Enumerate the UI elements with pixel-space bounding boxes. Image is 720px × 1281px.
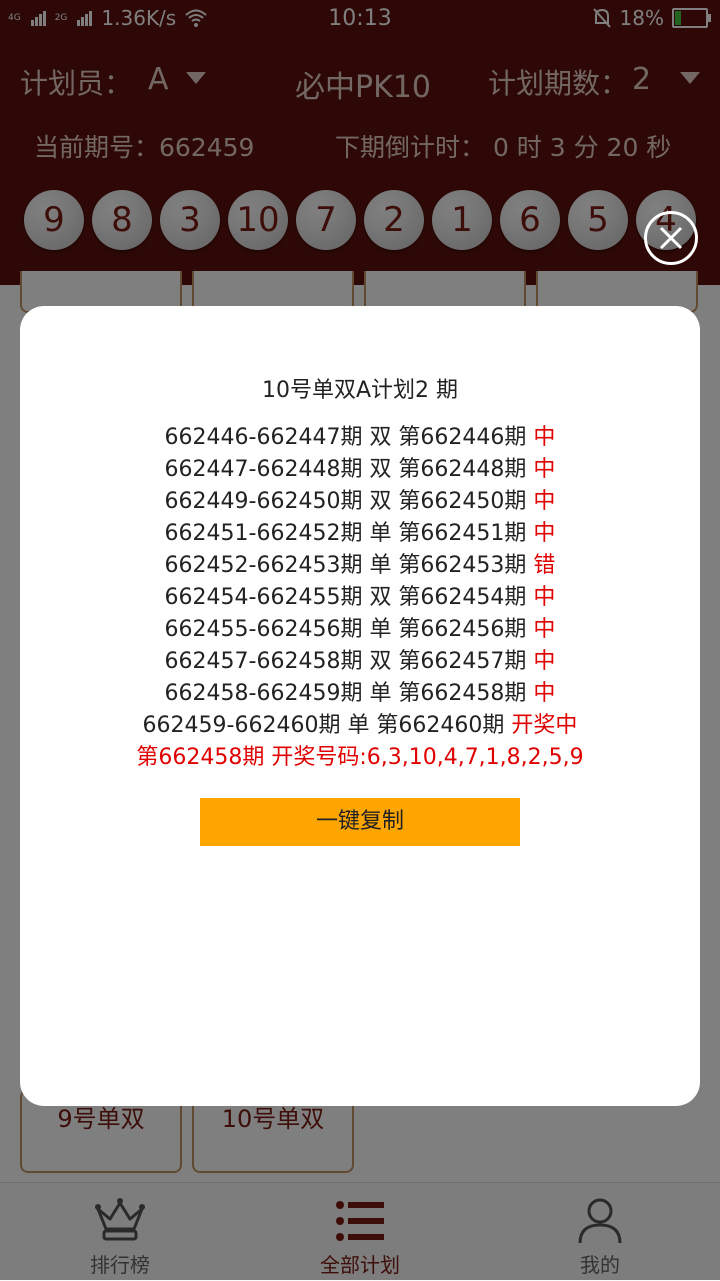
plan-result-row: 662459-662460期 单 第662460期 开奖中 [20,710,700,742]
result-status: 中 [533,521,556,546]
result-text: 662454-662455期 双 第662454期 [164,585,527,610]
result-text: 662449-662450期 双 第662450期 [164,489,527,514]
plan-result-row: 662455-662456期 单 第662456期 中 [20,614,700,646]
close-icon [659,226,683,250]
result-text: 662452-662453期 单 第662453期 [164,553,527,578]
plan-result-row: 662457-662458期 双 第662457期 中 [20,646,700,678]
result-status: 中 [533,457,556,482]
result-text: 662447-662448期 双 第662448期 [164,457,527,482]
result-text: 662457-662458期 双 第662457期 [164,649,527,674]
close-button[interactable] [644,211,698,265]
result-status: 中 [533,617,556,642]
result-text: 662446-662447期 双 第662446期 [164,425,527,450]
plan-result-row: 662449-662450期 双 第662450期 中 [20,486,700,518]
copy-all-button[interactable]: 一键复制 [200,798,520,846]
modal-title: 10号单双A计划2 期 [261,378,459,403]
plan-result-row: 662452-662453期 单 第662453期 错 [20,550,700,582]
result-status: 错 [533,553,556,578]
plan-result-row: 662446-662447期 双 第662446期 中 [20,422,700,454]
result-status: 中 [533,489,556,514]
result-status: 中 [533,425,556,450]
result-status: 中 [533,585,556,610]
result-text: 662451-662452期 单 第662451期 [164,521,527,546]
plan-result-row: 662458-662459期 单 第662458期 中 [20,678,700,710]
plan-history-modal: 10号单双A计划2 期 662446-662447期 双 第662446期 中 … [20,306,700,1106]
plan-result-row: 662447-662448期 双 第662448期 中 [20,454,700,486]
plan-result-list: 662446-662447期 双 第662446期 中 662447-66244… [20,422,700,774]
result-status: 开奖中 [511,713,578,738]
result-text: 662458-662459期 单 第662458期 [164,681,527,706]
result-status: 中 [533,681,556,706]
result-status: 中 [533,649,556,674]
result-text: 662459-662460期 单 第662460期 [142,713,505,738]
draw-numbers-line: 第662458期 开奖号码:6,3,10,4,7,1,8,2,5,9 [136,745,584,770]
plan-result-row: 662451-662452期 单 第662451期 中 [20,518,700,550]
result-text: 662455-662456期 单 第662456期 [164,617,527,642]
plan-result-row: 662454-662455期 双 第662454期 中 [20,582,700,614]
